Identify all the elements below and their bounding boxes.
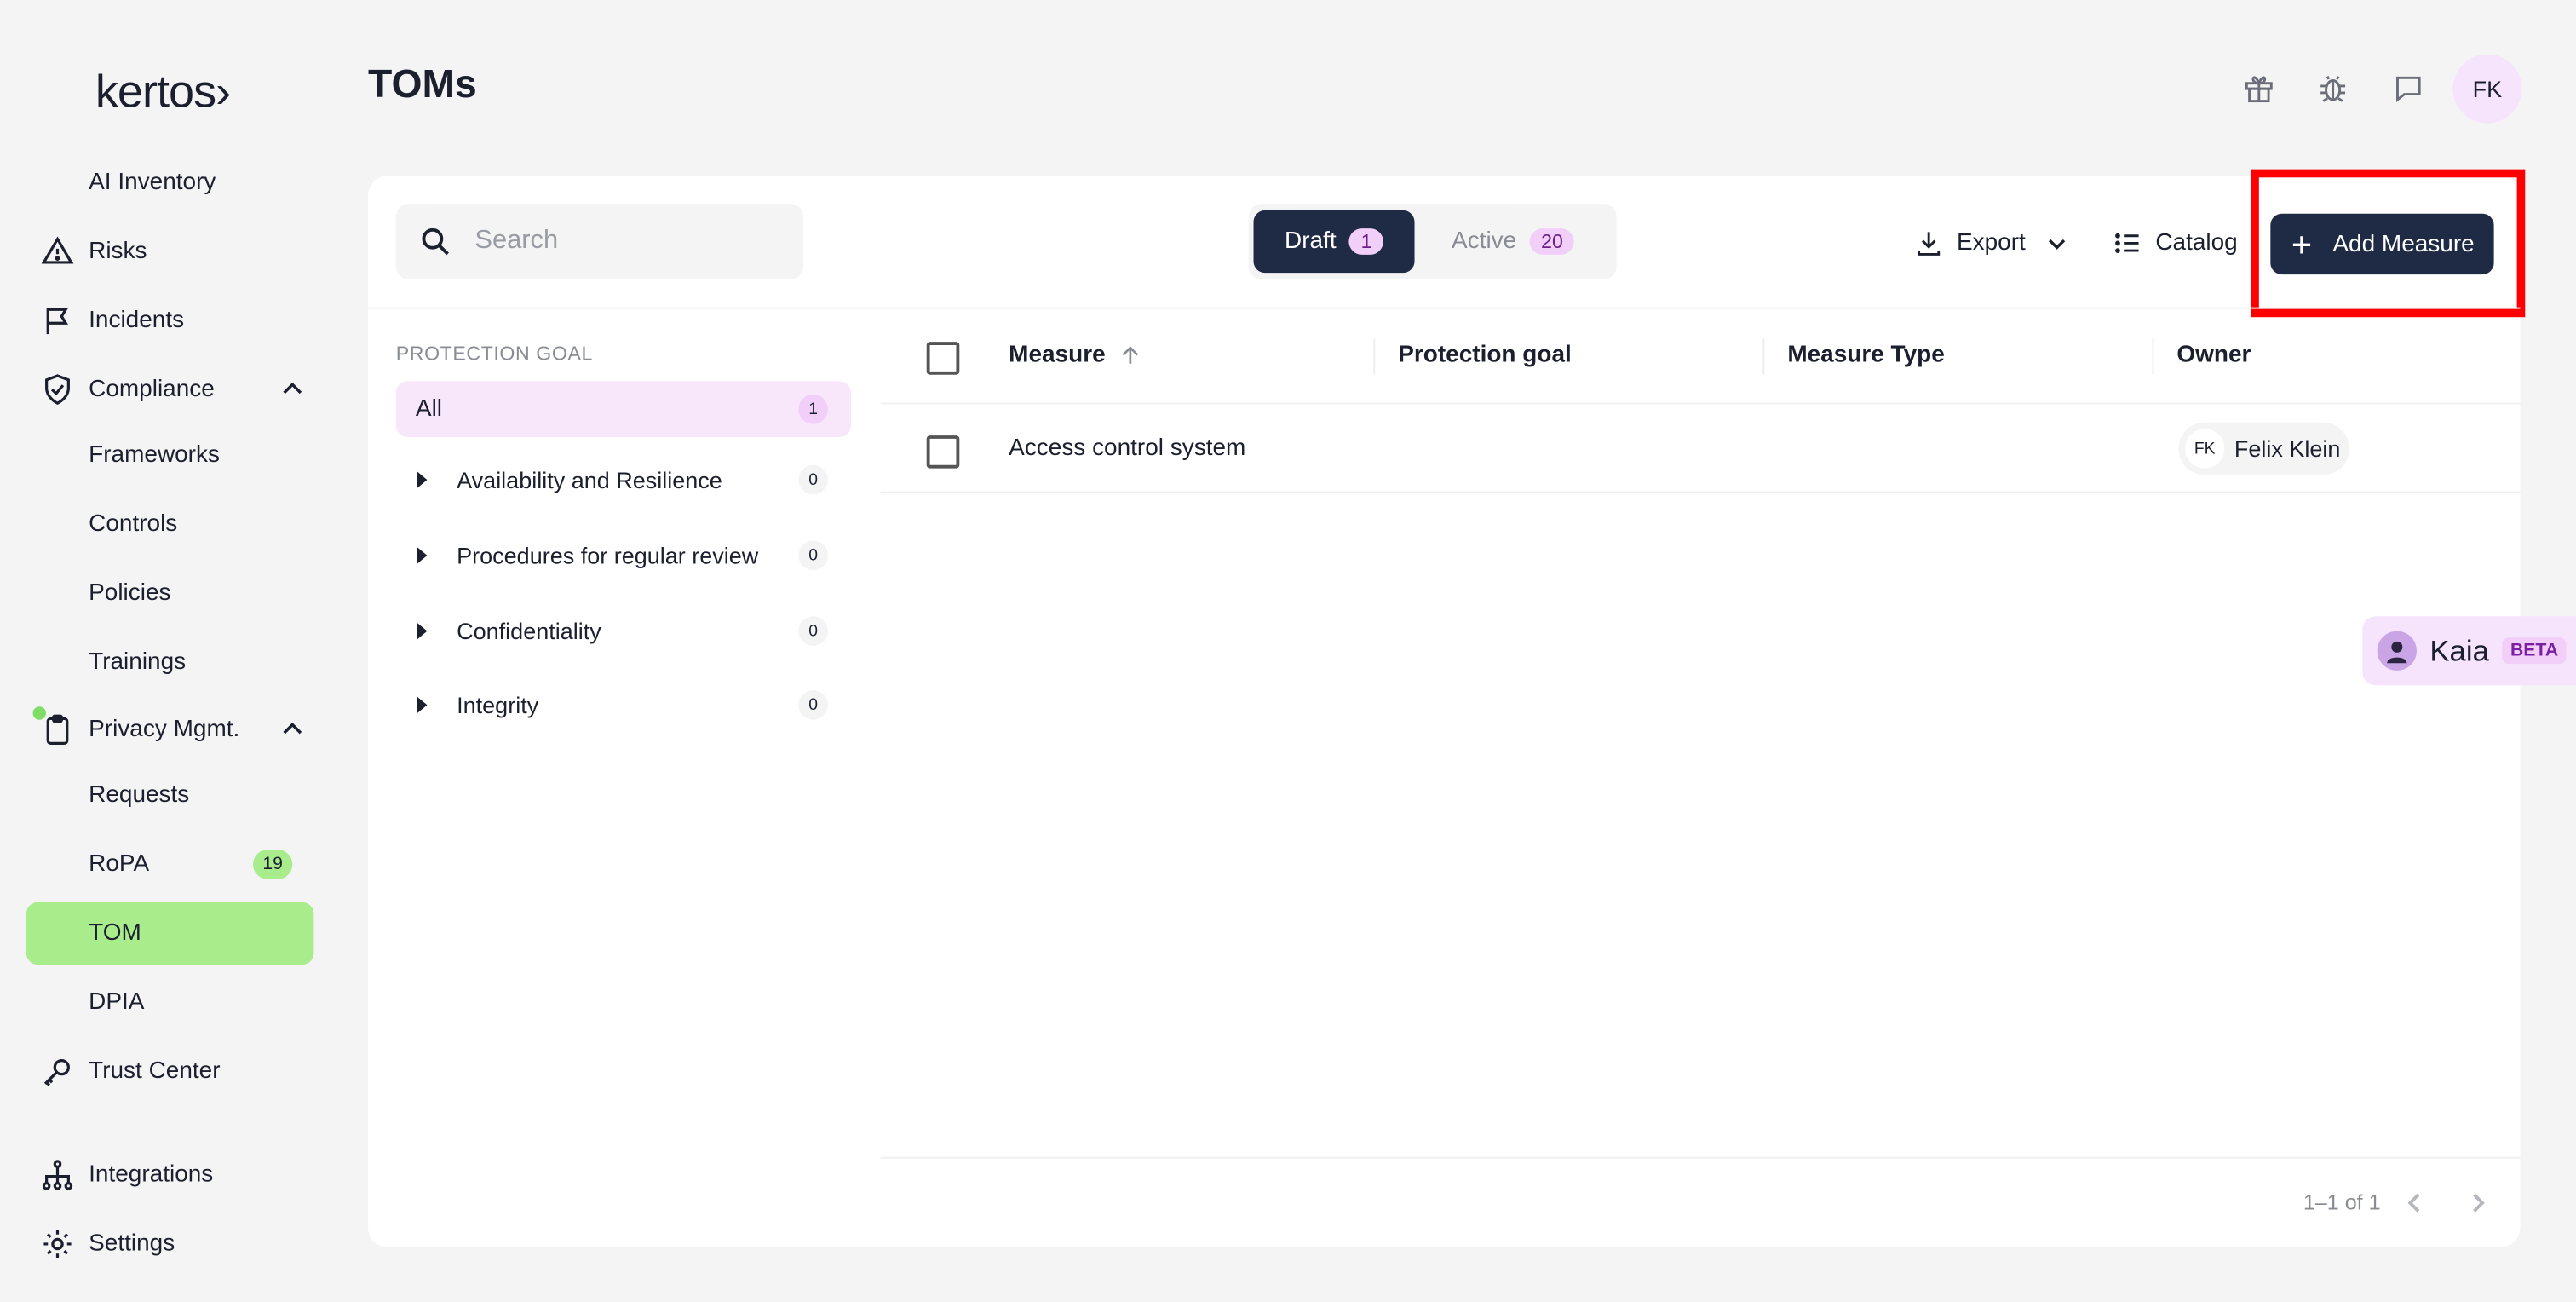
filter-count: 0 [798,690,829,720]
sidebar-item-compliance[interactable]: Compliance [39,361,215,418]
tab-active[interactable]: Active 20 [1423,210,1603,273]
list-icon [2115,233,2139,254]
protection-goal-title: PROTECTION GOAL [395,342,593,366]
chevron-up-icon[interactable] [279,717,306,743]
column-separator [1762,338,1765,375]
expand-triangle-icon[interactable] [417,622,428,640]
beta-badge: BETA [2502,637,2567,665]
expand-triangle-icon[interactable] [417,547,428,564]
owner-chip[interactable]: FK Felix Klein [2178,422,2349,475]
gear-icon [39,1226,75,1262]
user-avatar[interactable]: FK [2452,54,2522,124]
table-divider [880,402,2521,405]
sidebar-item-trainings[interactable]: Trainings [89,634,186,690]
chevron-up-icon[interactable] [279,377,306,403]
draft-count: 1 [1349,228,1383,255]
filter-count: 0 [798,616,829,646]
column-separator [2152,338,2154,375]
pagination-text: 1–1 of 1 [2303,1190,2381,1215]
ropa-count-badge: 19 [253,850,293,879]
sidebar-item-settings[interactable]: Settings [39,1216,175,1272]
filter-group-availability[interactable]: Availability and Resilience [417,452,722,508]
filter-group-procedures[interactable]: Procedures for regular review [417,527,758,584]
active-count: 20 [1529,228,1575,255]
sidebar-item-tom-active-bg[interactable] [26,902,314,965]
sidebar-item-requests[interactable]: Requests [89,768,189,824]
expand-triangle-icon[interactable] [417,696,428,714]
gift-icon[interactable] [2236,66,2282,112]
sidebar-item-ai-inventory[interactable]: AI Inventory [89,156,216,209]
chevron-right-icon[interactable] [2464,1190,2491,1216]
flag-icon [39,302,75,338]
row-checkbox[interactable] [926,435,960,469]
bug-icon[interactable] [2310,66,2356,112]
sidebar-item-controls[interactable]: Controls [89,496,177,552]
kertos-logo: kertos› [95,66,231,117]
tab-draft[interactable]: Draft 1 [1253,210,1415,274]
select-all-checkbox[interactable] [926,342,960,375]
sidebar-item-dpia[interactable]: DPIA [89,975,144,1031]
export-button[interactable]: Export [1914,217,2068,270]
filter-count: 0 [798,540,829,571]
filter-count: 0 [798,464,829,495]
chevron-down-icon [2048,239,2066,250]
sidebar-item-incidents[interactable]: Incidents [39,292,184,349]
filter-group-confidentiality[interactable]: Confidentiality [417,603,601,660]
expand-triangle-icon[interactable] [417,471,428,488]
table-row-divider [880,491,2521,493]
download-icon [1918,232,1941,256]
person-icon [2387,641,2407,664]
filter-group-integrity[interactable]: Integrity [417,677,538,734]
sidebar-item-risks[interactable]: Risks [39,223,147,279]
sidebar-item-privacy-mgmt[interactable]: Privacy Mgmt. [39,702,239,758]
hierarchy-icon [39,1157,75,1193]
sidebar-item-trust-center[interactable]: Trust Center [39,1044,221,1100]
content-card [368,176,2521,1247]
sidebar-item-policies[interactable]: Policies [89,565,170,621]
owner-avatar: FK [2185,429,2225,469]
toolbar-divider [368,307,2521,309]
filter-count: 1 [798,394,829,424]
sidebar-item-frameworks[interactable]: Frameworks [89,427,220,483]
clipboard-icon [39,711,75,747]
chevron-left-icon[interactable] [2402,1190,2429,1216]
column-header-measure-type[interactable]: Measure Type [1787,342,1944,368]
search-box[interactable] [395,204,804,279]
catalog-button[interactable]: Catalog [2113,217,2238,270]
column-header-measure[interactable]: Measure [1009,342,1141,368]
kaia-assistant-button[interactable]: Kaia BETA [2362,616,2576,686]
search-input[interactable] [471,225,774,258]
table-footer-divider [880,1156,2521,1159]
key-icon [39,1053,75,1089]
table-row-measure[interactable]: Access control system [1009,435,1245,462]
column-header-protection-goal[interactable]: Protection goal [1398,342,1572,368]
shield-check-icon [39,372,75,407]
highlight-box [2251,169,2526,318]
sidebar-item-tom[interactable]: TOM [89,906,141,962]
search-icon [422,228,449,256]
column-separator [1373,338,1376,375]
chat-icon[interactable] [2385,66,2431,112]
warning-icon [39,233,75,269]
sidebar-item-ropa[interactable]: RoPA [89,837,149,893]
sort-arrow-up-icon[interactable] [1118,343,1141,366]
kaia-avatar [2377,631,2417,671]
sidebar-item-integrations[interactable]: Integrations [39,1147,213,1203]
filter-all[interactable]: All 1 [395,381,852,438]
column-header-owner[interactable]: Owner [2176,342,2251,368]
page-title: TOMs [368,62,477,107]
